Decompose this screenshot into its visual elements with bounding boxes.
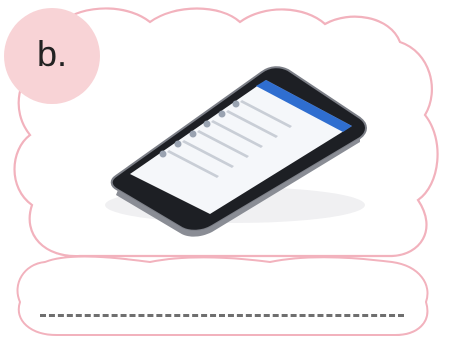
answer-blank-line[interactable]: [40, 314, 404, 317]
answer-box: [16, 255, 429, 337]
item-label: b.: [36, 33, 68, 74]
